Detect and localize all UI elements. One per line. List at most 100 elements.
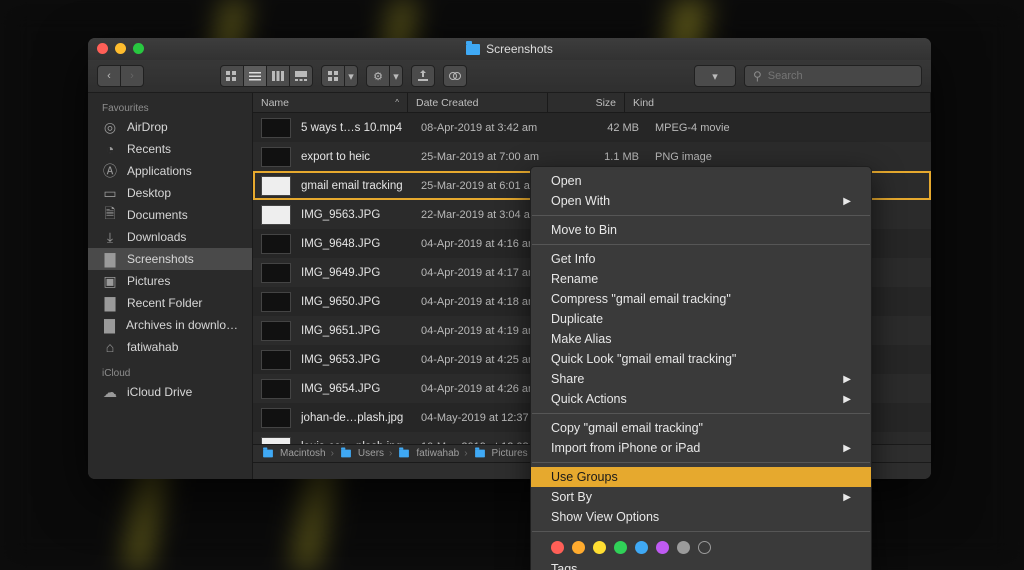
desktop-icon: ▭ — [102, 185, 118, 201]
menu-item-import-from-iphone-or-ipad[interactable]: Import from iPhone or iPad▶ — [531, 438, 871, 458]
toolbar: ‹ › ▾ ⚙ ▾ ▾ ⚲ — [88, 60, 931, 93]
sidebar-item-recent-folder[interactable]: ▇Recent Folder — [88, 292, 252, 314]
window-title-text: Screenshots — [486, 42, 553, 56]
submenu-arrow-icon: ▶ — [843, 492, 851, 503]
menu-item-use-groups[interactable]: Use Groups — [531, 467, 871, 487]
tag-color-dot[interactable] — [635, 541, 648, 554]
menu-item-make-alias[interactable]: Make Alias — [531, 329, 871, 349]
nav-buttons: ‹ › — [97, 65, 144, 87]
path-segment[interactable]: fatiwahab — [416, 448, 459, 459]
pictures-icon: ▣ — [102, 273, 118, 289]
sidebar-item-documents[interactable]: 🗎Documents — [88, 204, 252, 226]
folder-icon — [475, 450, 485, 458]
menu-item-show-view-options[interactable]: Show View Options — [531, 507, 871, 527]
menu-item-share[interactable]: Share▶ — [531, 369, 871, 389]
tag-color-dot[interactable] — [551, 541, 564, 554]
action-menu-button[interactable]: ▾ — [389, 65, 403, 87]
column-size[interactable]: Size — [548, 93, 625, 112]
folder-icon: ▇ — [102, 317, 117, 333]
gallery-view-button[interactable] — [289, 65, 313, 87]
list-view-button[interactable] — [243, 65, 267, 87]
menu-item-sort-by[interactable]: Sort By▶ — [531, 487, 871, 507]
path-segment[interactable]: Macintosh — [280, 448, 326, 459]
tag-color-dot[interactable] — [677, 541, 690, 554]
file-date: 08-Apr-2019 at 3:42 am — [421, 122, 569, 134]
search-field[interactable]: ⚲ — [744, 65, 922, 87]
menu-item-quick-look-gmail-email-tracking[interactable]: Quick Look "gmail email tracking" — [531, 349, 871, 369]
menu-item-label: Open With — [551, 194, 610, 208]
sidebar-item-label: fatiwahab — [127, 340, 178, 354]
file-name: gmail email tracking — [301, 180, 421, 192]
path-segment[interactable]: Users — [358, 448, 384, 459]
submenu-arrow-icon: ▶ — [843, 374, 851, 385]
sidebar-item-label: AirDrop — [127, 120, 168, 134]
file-thumbnail — [261, 321, 291, 341]
menu-item-duplicate[interactable]: Duplicate — [531, 309, 871, 329]
menu-item-open[interactable]: Open — [531, 171, 871, 191]
search-input[interactable] — [768, 70, 913, 82]
tag-color-dot[interactable] — [593, 541, 606, 554]
tags-button[interactable] — [443, 65, 467, 87]
docs-icon: 🗎 — [102, 207, 118, 223]
menu-item-open-with[interactable]: Open With ▶ — [531, 191, 871, 211]
sidebar-item-recents[interactable]: ◔Recents — [88, 138, 252, 160]
back-button[interactable]: ‹ — [97, 65, 121, 87]
minimize-button[interactable] — [115, 43, 126, 54]
sidebar-item-airdrop[interactable]: ◎ AirDrop — [88, 116, 252, 138]
share-button[interactable] — [411, 65, 435, 87]
sidebar-item-applications[interactable]: ⒶApplications — [88, 160, 252, 182]
menu-item-copy-gmail-email-tracking[interactable]: Copy "gmail email tracking" — [531, 418, 871, 438]
tag-color-dot[interactable] — [572, 541, 585, 554]
airdrop-icon: ◎ — [102, 119, 118, 135]
sidebar-item-archives-in-downlo-[interactable]: ▇Archives in downlo… — [88, 314, 252, 336]
menu-item-quick-actions[interactable]: Quick Actions▶ — [531, 389, 871, 409]
close-button[interactable] — [97, 43, 108, 54]
sidebar-item-label: iCloud Drive — [127, 385, 192, 399]
titlebar[interactable]: Screenshots — [88, 38, 931, 60]
file-name: johan-de…plash.jpg — [301, 412, 421, 424]
arrange-button[interactable] — [321, 65, 345, 87]
submenu-arrow-icon: ▶ — [843, 196, 851, 207]
column-view-button[interactable] — [266, 65, 290, 87]
sidebar-item-icloud-drive[interactable]: ☁iCloud Drive — [88, 381, 252, 403]
action-button[interactable]: ⚙ — [366, 65, 390, 87]
file-thumbnail — [261, 263, 291, 283]
zoom-button[interactable] — [133, 43, 144, 54]
menu-item-move-to-bin[interactable]: Move to Bin — [531, 220, 871, 240]
column-name[interactable]: Name^ — [253, 93, 408, 112]
toolbar-dropdown[interactable]: ▾ — [694, 65, 736, 87]
downloads-icon: ⤓ — [102, 229, 118, 245]
file-date: 25-Mar-2019 at 7:00 am — [421, 151, 569, 163]
menu-item-tags[interactable]: Tags… — [531, 559, 871, 570]
column-date[interactable]: Date Created — [408, 93, 548, 112]
file-thumbnail — [261, 118, 291, 138]
path-segment[interactable]: Pictures — [492, 448, 528, 459]
column-kind[interactable]: Kind — [625, 93, 931, 112]
sidebar-item-pictures[interactable]: ▣Pictures — [88, 270, 252, 292]
path-separator: › — [331, 448, 334, 459]
sidebar-item-label: Applications — [127, 164, 192, 178]
forward-button[interactable]: › — [120, 65, 144, 87]
file-name: IMG_9650.JPG — [301, 296, 421, 308]
menu-separator — [532, 531, 870, 532]
tag-color-dot[interactable] — [656, 541, 669, 554]
arrange-menu-button[interactable]: ▾ — [344, 65, 358, 87]
file-thumbnail — [261, 147, 291, 167]
sidebar-section-icloud: iCloud — [88, 364, 252, 381]
sidebar-item-fatiwahab[interactable]: ⌂fatiwahab — [88, 336, 252, 358]
menu-separator — [532, 215, 870, 216]
file-name: IMG_9649.JPG — [301, 267, 421, 279]
folder-icon — [466, 44, 480, 55]
tag-color-dot[interactable] — [614, 541, 627, 554]
sidebar-item-screenshots[interactable]: ▇Screenshots — [88, 248, 252, 270]
menu-tag-colors — [531, 536, 871, 559]
tag-color-none[interactable] — [698, 541, 711, 554]
menu-item-get-info[interactable]: Get Info — [531, 249, 871, 269]
menu-item-rename[interactable]: Rename — [531, 269, 871, 289]
sidebar-item-desktop[interactable]: ▭Desktop — [88, 182, 252, 204]
menu-item-label: Quick Look "gmail email tracking" — [551, 352, 736, 366]
icon-view-button[interactable] — [220, 65, 244, 87]
menu-item-compress-gmail-email-tracking[interactable]: Compress "gmail email tracking" — [531, 289, 871, 309]
file-row[interactable]: 5 ways t…s 10.mp408-Apr-2019 at 3:42 am4… — [253, 113, 931, 142]
sidebar-item-downloads[interactable]: ⤓Downloads — [88, 226, 252, 248]
